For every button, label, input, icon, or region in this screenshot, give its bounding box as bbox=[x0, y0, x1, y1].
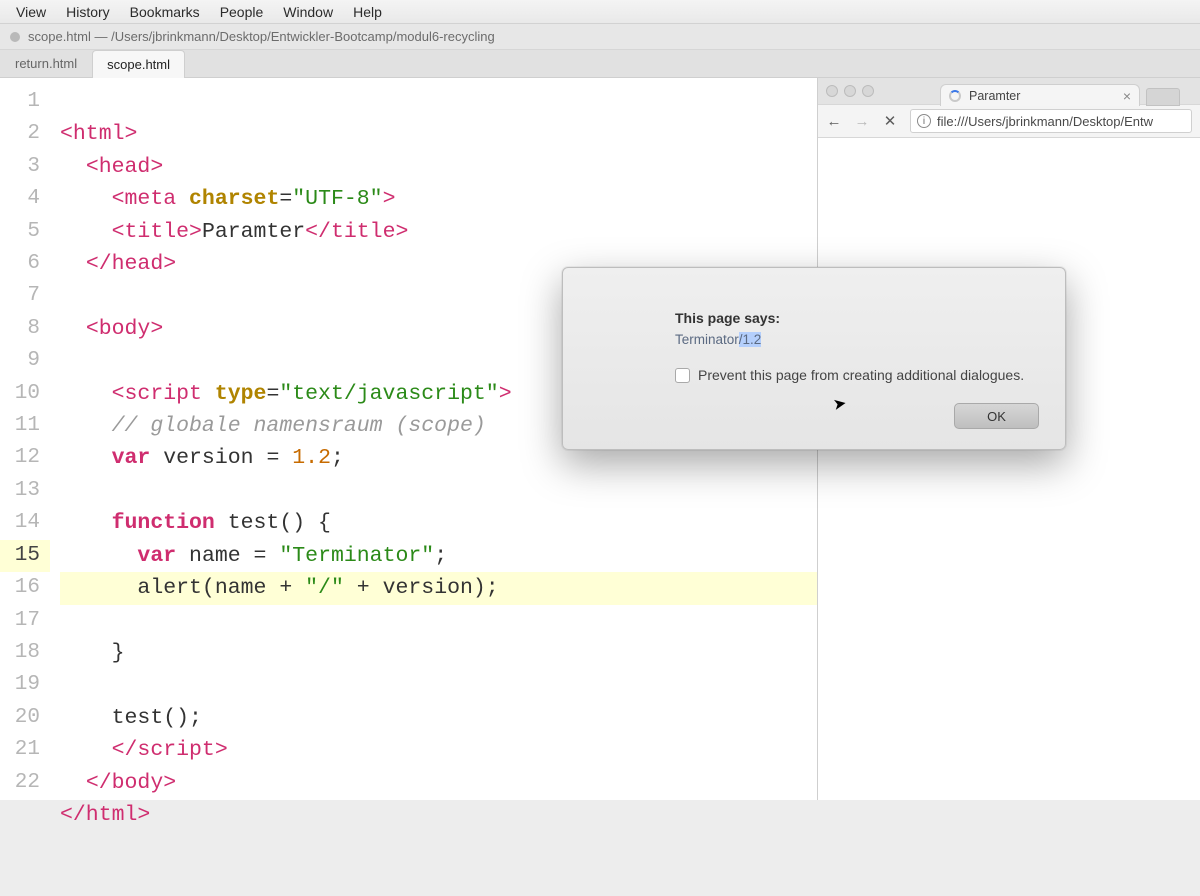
js-alert-dialog: This page says: Terminator/1.2 Prevent t… bbox=[562, 267, 1066, 450]
traffic-minimize-icon[interactable] bbox=[844, 85, 856, 97]
browser-tab-title: Paramter bbox=[969, 89, 1020, 103]
editor-tab-return[interactable]: return.html bbox=[0, 49, 92, 77]
menu-help[interactable]: Help bbox=[343, 4, 392, 20]
nav-back-icon[interactable]: ← bbox=[826, 113, 842, 130]
editor-tabstrip: return.html scope.html bbox=[0, 50, 1200, 78]
browser-tab[interactable]: Paramter × bbox=[940, 84, 1140, 106]
browser-toolbar: ← → ✕ i file:///Users/jbrinkmann/Desktop… bbox=[818, 104, 1200, 138]
nav-forward-icon: → bbox=[854, 113, 870, 130]
menu-window[interactable]: Window bbox=[273, 4, 343, 20]
browser-viewport bbox=[818, 138, 1200, 800]
alert-heading: This page says: bbox=[675, 310, 1039, 326]
menu-bookmarks[interactable]: Bookmarks bbox=[120, 4, 210, 20]
nav-stop-icon[interactable]: ✕ bbox=[882, 112, 898, 130]
alert-ok-button[interactable]: OK bbox=[954, 403, 1039, 429]
traffic-zoom-icon[interactable] bbox=[862, 85, 874, 97]
menu-history[interactable]: History bbox=[56, 4, 120, 20]
alert-message: Terminator/1.2 bbox=[675, 332, 1039, 347]
prevent-dialogs-checkbox[interactable] bbox=[675, 368, 690, 383]
editor-tab-scope[interactable]: scope.html bbox=[92, 50, 185, 78]
new-tab-button[interactable] bbox=[1146, 88, 1180, 106]
omnibox[interactable]: i file:///Users/jbrinkmann/Desktop/Entw bbox=[910, 109, 1192, 133]
prevent-dialogs-label: Prevent this page from creating addition… bbox=[698, 367, 1024, 383]
site-info-icon[interactable]: i bbox=[917, 114, 931, 128]
tab-close-icon[interactable]: × bbox=[1123, 88, 1131, 104]
editor-title-text: scope.html — /Users/jbrinkmann/Desktop/E… bbox=[28, 29, 495, 44]
mac-menubar: View History Bookmarks People Window Hel… bbox=[0, 0, 1200, 24]
menu-people[interactable]: People bbox=[210, 4, 274, 20]
loading-spinner-icon bbox=[949, 90, 961, 102]
traffic-close-icon[interactable] bbox=[826, 85, 838, 97]
browser-window-chrome: Paramter × bbox=[818, 78, 1200, 104]
menu-view[interactable]: View bbox=[6, 4, 56, 20]
doc-modified-dot-icon bbox=[10, 32, 20, 42]
editor-window-title: scope.html — /Users/jbrinkmann/Desktop/E… bbox=[0, 24, 1200, 50]
line-number-gutter: 1 2 3 4 5 6 7 8 9 10 11 12 13 14 15 16 1… bbox=[0, 78, 50, 800]
omnibox-url: file:///Users/jbrinkmann/Desktop/Entw bbox=[937, 114, 1153, 129]
